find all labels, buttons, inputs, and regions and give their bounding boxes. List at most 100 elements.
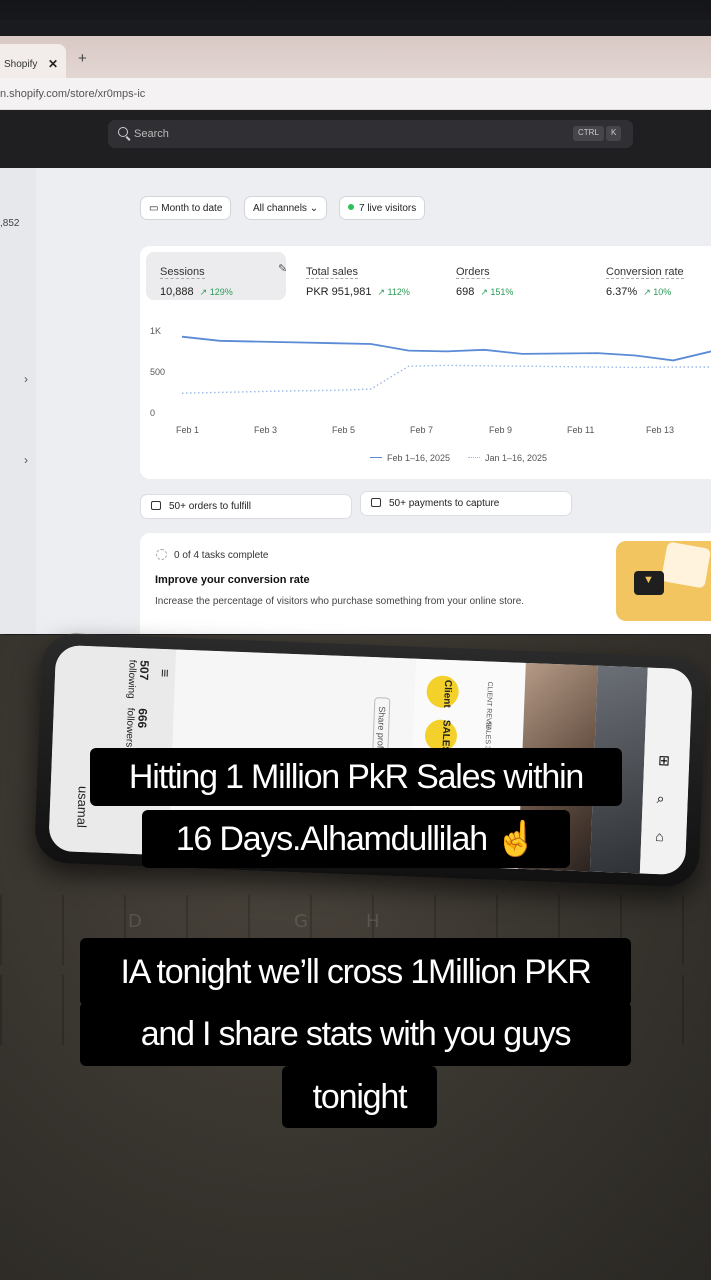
x-tick-label: Feb 9: [489, 425, 513, 435]
date-range-label: Month to date: [161, 203, 223, 214]
following-label: following: [125, 659, 138, 699]
task-progress: 0 of 4 tasks complete: [174, 550, 269, 561]
metric-delta: ↗ 10%: [643, 287, 672, 297]
highlight-label: SALES 3: [483, 721, 492, 751]
orders-label: 50+ orders to fulfill: [169, 501, 251, 512]
orders-to-fulfill-button[interactable]: 50+ orders to fulfill: [140, 494, 352, 519]
analytics-card: Sessions 10,888 ↗ 129% ✎ Total sales PKR …: [140, 246, 711, 479]
channel-label: All channels: [253, 203, 307, 214]
address-bar[interactable]: n.shopify.com/store/xr0mps-ic: [0, 78, 711, 110]
following-count: 507: [136, 659, 152, 681]
shortcut-k: K: [606, 126, 622, 141]
username: usamal: [74, 785, 91, 829]
legend-label: Jan 1–16, 2025: [485, 453, 548, 463]
key-glyph: G: [294, 911, 308, 932]
followers-label: followers: [123, 707, 136, 748]
shortcut-ctrl: CTRL: [573, 126, 604, 141]
series-line-previous: [181, 364, 711, 394]
browser-tab-bar: Shopify ✕ +: [0, 36, 711, 78]
live-dot-icon: [348, 204, 354, 210]
search-icon[interactable]: ⌕: [656, 790, 664, 807]
metric-value: PKR 951,981: [306, 286, 372, 298]
cart-illustration: [616, 541, 711, 621]
chevron-right-icon[interactable]: ›: [24, 372, 28, 386]
highlight-label: Client: [441, 679, 454, 708]
metric-value: 6.37%: [606, 286, 638, 298]
date-range-button[interactable]: ▭ Month to date: [140, 196, 232, 220]
live-visitors-label: 7 live visitors: [359, 203, 417, 214]
metric-value: 698: [456, 286, 475, 298]
x-tick-label: Feb 7: [410, 425, 434, 435]
metric-delta: ↗ 112%: [377, 287, 410, 297]
metric-label: Orders: [456, 266, 490, 279]
metric-delta: ↗ 151%: [480, 287, 514, 297]
close-tab-icon[interactable]: ✕: [48, 57, 58, 71]
y-tick-label: 1K: [150, 326, 162, 336]
caption-line-4: and I share stats with you guys: [80, 1002, 631, 1066]
metric-label: Total sales: [306, 266, 358, 279]
caption-line-2: 16 Days.Alhamdullilah ☝️: [142, 810, 570, 868]
x-tick-label: Feb 3: [254, 425, 278, 435]
home-icon[interactable]: ⌂: [655, 828, 664, 844]
x-tick-label: Feb 5: [332, 425, 356, 435]
legend-swatch: [468, 457, 480, 458]
tab-title: Shopify: [4, 59, 38, 70]
channel-select[interactable]: All channels ⌄: [244, 196, 328, 220]
task-description: Increase the percentage of visitors who …: [155, 596, 525, 607]
payment-icon: [371, 498, 381, 507]
legend-swatch: [370, 457, 382, 458]
sidebar: ,852 › ›: [0, 168, 36, 634]
caption-line-5: tonight: [282, 1066, 437, 1128]
new-tab-button[interactable]: +: [78, 50, 87, 67]
metric-value: 10,888: [160, 286, 194, 298]
inbox-icon: [151, 501, 161, 510]
search-icon: [118, 127, 128, 137]
followers-count: 666: [135, 707, 150, 729]
live-visitors-button[interactable]: 7 live visitors: [339, 196, 426, 220]
pencil-icon[interactable]: ✎: [278, 262, 287, 275]
add-icon[interactable]: ⊞: [658, 752, 670, 769]
legend-current: Feb 1–16, 2025: [370, 453, 450, 463]
metric-total-sales[interactable]: Total sales PKR 951,981 ↗ 112%: [292, 252, 432, 300]
legend-label: Feb 1–16, 2025: [387, 453, 451, 463]
sessions-line-chart: [181, 335, 711, 394]
shopify-top-bar: Search CTRL K: [0, 110, 711, 168]
search-input[interactable]: Search CTRL K: [108, 120, 633, 148]
series-line-current: [181, 335, 711, 362]
payments-to-capture-button[interactable]: 50+ payments to capture: [360, 491, 572, 516]
metric-conversion-rate[interactable]: Conversion rate 6.37% ↗ 10%: [592, 252, 711, 300]
task-title[interactable]: Improve your conversion rate: [155, 574, 310, 586]
setup-tasks-card: 0 of 4 tasks complete Improve your conve…: [140, 533, 711, 634]
caption-line-1: Hitting 1 Million PkR Sales within: [90, 748, 622, 806]
key-glyph: D: [128, 911, 142, 932]
chevron-down-icon: ⌄: [309, 203, 319, 214]
x-tick-label: Feb 13: [646, 425, 675, 435]
menu-icon[interactable]: ≡: [157, 669, 173, 678]
x-tick-label: Feb 1: [176, 425, 200, 435]
metric-sessions[interactable]: Sessions 10,888 ↗ 129% ✎: [146, 252, 287, 300]
url-text: n.shopify.com/store/xr0mps-ic: [0, 88, 146, 100]
sidebar-value: ,852: [0, 218, 20, 229]
y-tick-label: 500: [150, 367, 166, 377]
phone-nav-bar: ⊞ ⌕ ⌂: [639, 667, 693, 876]
metric-orders[interactable]: Orders 698 ↗ 151%: [442, 252, 582, 300]
dashboard: ,852 › › ▭ Month to date All channels ⌄ …: [0, 168, 711, 634]
y-tick-label: 0: [150, 408, 156, 418]
metric-label: Conversion rate: [606, 266, 684, 279]
chart-paper-icon: [660, 541, 711, 589]
caption-line-3: IA tonight we’ll cross 1Million PKR: [80, 938, 631, 1006]
x-tick-label: Feb 11: [567, 425, 595, 435]
payments-label: 50+ payments to capture: [389, 498, 500, 509]
monitor-screen: Shopify ✕ + n.shopify.com/store/xr0mps-i…: [0, 36, 711, 634]
legend-previous: Jan 1–16, 2025: [468, 453, 547, 463]
chevron-right-icon[interactable]: ›: [24, 453, 28, 467]
cart-icon: [634, 571, 664, 595]
browser-tab[interactable]: Shopify ✕: [0, 44, 66, 78]
search-placeholder: Search: [134, 128, 169, 140]
monitor: Shopify ✕ + n.shopify.com/store/xr0mps-i…: [0, 20, 711, 635]
progress-ring-icon: [156, 549, 167, 560]
metric-label: Sessions: [160, 266, 205, 279]
key-glyph: H: [366, 911, 380, 932]
story-photo: Shopify ✕ + n.shopify.com/store/xr0mps-i…: [0, 0, 711, 1280]
metric-delta: ↗ 129%: [199, 287, 233, 297]
